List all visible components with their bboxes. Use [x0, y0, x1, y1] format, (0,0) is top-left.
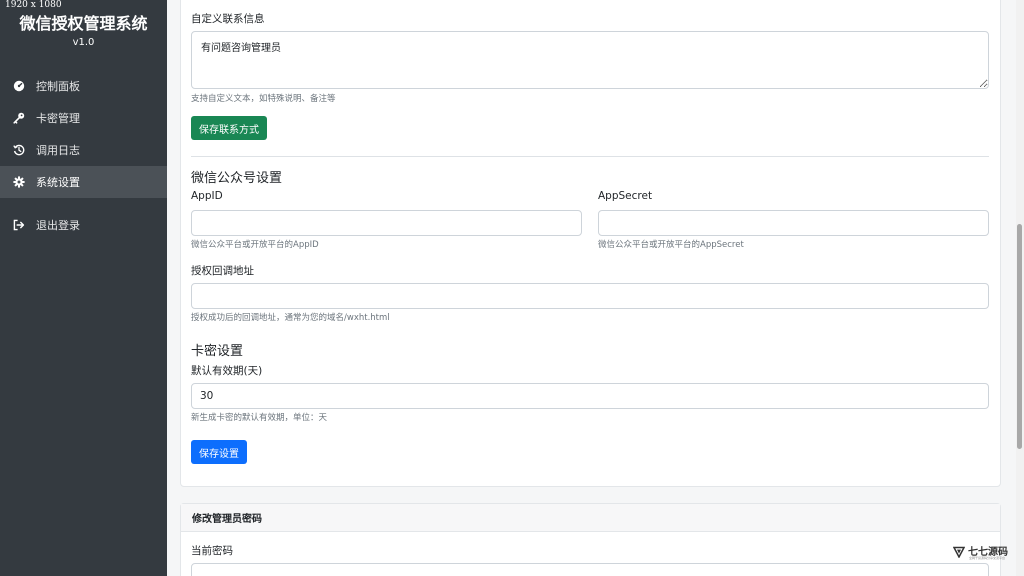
app-version: v1.0 [72, 37, 95, 48]
appid-help: 微信公众平台或开放平台的AppID [191, 240, 319, 250]
wechat-heading: 微信公众号设置 [191, 171, 283, 186]
gear-icon [13, 176, 25, 188]
contact-textarea[interactable]: 有问题咨询管理员 [191, 31, 989, 89]
sidebar-item-settings[interactable]: 系统设置 [0, 166, 167, 198]
validity-help: 新生成卡密的默认有效期，单位：天 [191, 413, 328, 423]
app-title: 微信授权管理系统 [19, 14, 148, 33]
section-divider [191, 156, 989, 157]
appid-input[interactable] [191, 210, 582, 236]
sidebar-item-cards[interactable]: 卡密管理 [0, 102, 167, 134]
contact-label: 自定义联系信息 [191, 13, 265, 25]
contact-help: 支持自定义文本，如特殊说明、备注等 [191, 94, 336, 104]
resolution-label: 1920 x 1080 [5, 0, 62, 10]
sidebar-item-label: 调用日志 [36, 144, 80, 157]
appid-label: AppID [191, 190, 223, 202]
watermark: 七七源码 全网干货源码分享交流平台 [952, 543, 1008, 562]
key-icon [13, 112, 25, 124]
sidebar-item-label: 控制面板 [36, 80, 80, 93]
sidebar-item-logout[interactable]: 退出登录 [0, 209, 167, 241]
appsecret-label: AppSecret [598, 190, 653, 202]
appsecret-help: 微信公众平台或开放平台的AppSecret [598, 240, 744, 250]
callback-help: 授权成功后的回调地址，通常为您的域名/wxht.html [191, 313, 390, 323]
sidebar: 1920 x 1080 微信授权管理系统 v1.0 控制面板 卡密管理 调用日志… [0, 0, 167, 576]
callback-url-input[interactable] [191, 283, 989, 309]
appsecret-input[interactable] [598, 210, 989, 236]
sidebar-item-dashboard[interactable]: 控制面板 [0, 70, 167, 102]
current-password-input[interactable] [191, 563, 989, 576]
scrollbar-thumb[interactable] [1017, 224, 1022, 449]
current-password-label: 当前密码 [191, 545, 233, 557]
watermark-logo-icon [952, 543, 966, 562]
logout-icon [13, 219, 25, 231]
validity-label: 默认有效期(天) [191, 365, 263, 377]
watermark-subtitle: 全网干货源码分享交流平台 [969, 556, 1006, 560]
save-settings-button[interactable]: 保存设置 [191, 440, 247, 464]
callback-label: 授权回调地址 [191, 265, 254, 277]
sidebar-item-label: 卡密管理 [36, 112, 80, 125]
dashboard-icon [13, 80, 25, 92]
sidebar-item-label: 系统设置 [36, 176, 80, 189]
sidebar-item-logs[interactable]: 调用日志 [0, 134, 167, 166]
history-icon [13, 144, 25, 156]
save-contact-button[interactable]: 保存联系方式 [191, 116, 267, 140]
password-card-header: 修改管理员密码 [181, 504, 1000, 532]
validity-days-input[interactable] [191, 383, 989, 409]
card-settings-heading: 卡密设置 [191, 344, 244, 359]
sidebar-item-label: 退出登录 [36, 219, 80, 232]
